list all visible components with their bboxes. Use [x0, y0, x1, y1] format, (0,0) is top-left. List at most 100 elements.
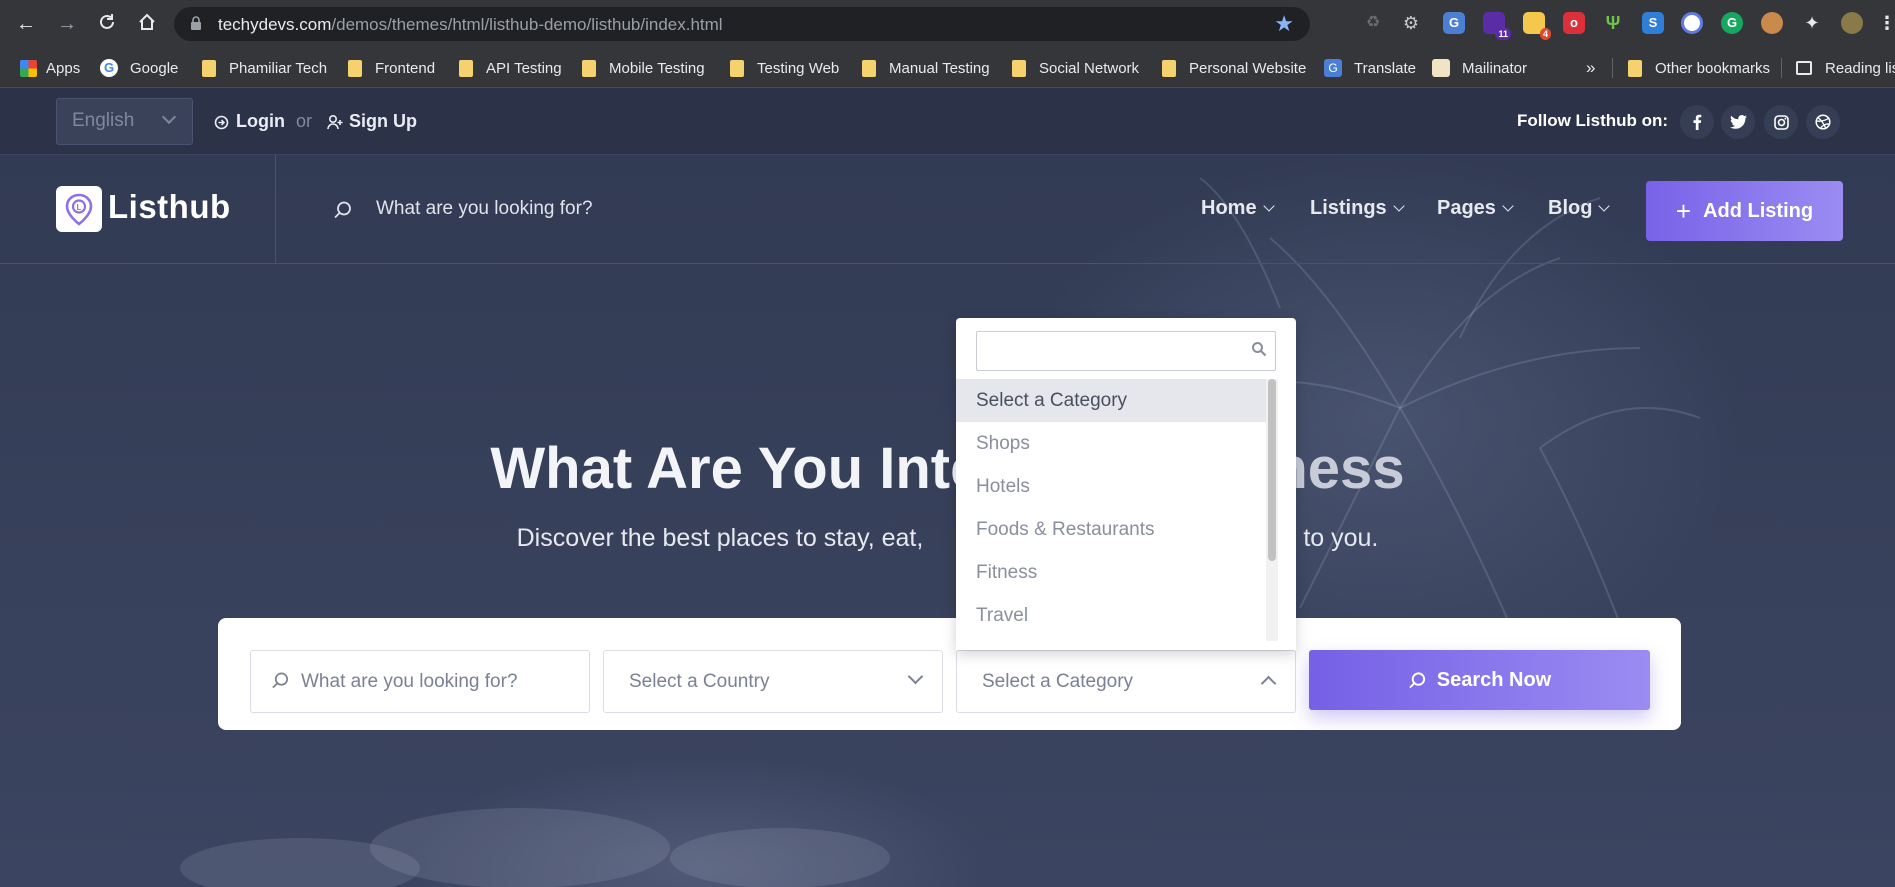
- bookmark-google[interactable]: G Google: [100, 57, 178, 79]
- or-separator: or: [296, 111, 313, 131]
- chevron-down-icon: [1393, 200, 1405, 212]
- gear-extension-icon[interactable]: ⚙: [1400, 12, 1422, 34]
- bookmarks-bar: Apps G Google Phamiliar Tech Frontend AP…: [0, 48, 1895, 88]
- keyword-input[interactable]: What are you looking for?: [250, 650, 590, 713]
- url-text: techydevs.com/demos/themes/html/listhub-…: [218, 15, 723, 34]
- bookmark-folder[interactable]: Phamiliar Tech: [202, 57, 327, 79]
- dribbble-icon[interactable]: [1806, 105, 1840, 139]
- follow-label: Follow Listhub on:: [1517, 111, 1669, 130]
- svg-text:L: L: [77, 203, 82, 212]
- nav-listings[interactable]: Listings: [1310, 197, 1405, 220]
- bookmark-mailinator[interactable]: Mailinator: [1432, 57, 1527, 79]
- category-option[interactable]: Foods & Restaurants: [956, 508, 1266, 551]
- home-icon[interactable]: [135, 12, 159, 36]
- instagram-icon[interactable]: [1764, 105, 1798, 139]
- category-option[interactable]: Fitness: [956, 551, 1266, 594]
- google-translate-extension-icon[interactable]: G: [1443, 12, 1465, 34]
- category-option[interactable]: Shops: [956, 422, 1266, 465]
- bookmark-folder[interactable]: Frontend: [348, 57, 435, 79]
- nav-blog[interactable]: Blog: [1548, 197, 1611, 220]
- folder-icon: [1012, 59, 1026, 77]
- recycle-extension-icon[interactable]: ♻: [1362, 12, 1384, 34]
- top-bar: English Login or Sign Up Follow Listhub …: [0, 88, 1895, 155]
- green-extension-icon[interactable]: Ψ: [1602, 12, 1624, 34]
- main-navbar: L Listhub What are you looking for? Home…: [0, 155, 1895, 264]
- webpage: English Login or Sign Up Follow Listhub …: [0, 88, 1895, 887]
- bookmark-separator: [1612, 58, 1613, 78]
- mailinator-icon: [1432, 59, 1450, 77]
- bookmark-folder[interactable]: Testing Web: [730, 57, 839, 79]
- bookmarks-overflow-chevron[interactable]: »: [1586, 57, 1595, 79]
- chevron-down-icon: [1598, 200, 1611, 212]
- nav-pages[interactable]: Pages: [1437, 197, 1514, 220]
- add-listing-button[interactable]: + Add Listing: [1646, 181, 1843, 241]
- scrollbar-thumb[interactable]: [1268, 379, 1276, 561]
- other-bookmarks[interactable]: Other bookmarks: [1628, 57, 1770, 79]
- menu-kebab-icon[interactable]: ⋮: [1878, 12, 1895, 34]
- login-link[interactable]: Login: [236, 111, 285, 132]
- navbar-divider: [275, 155, 276, 264]
- grammarly-extension-icon[interactable]: G: [1721, 12, 1743, 34]
- category-options: Select a Category Shops Hotels Foods & R…: [956, 379, 1266, 637]
- folder-icon: [202, 59, 216, 77]
- nav-home[interactable]: Home: [1201, 197, 1275, 220]
- folder-icon: [730, 59, 744, 77]
- google-icon: G: [100, 59, 118, 77]
- folder-icon: [459, 59, 473, 77]
- signup-link[interactable]: Sign Up: [349, 111, 417, 132]
- bookmark-folder[interactable]: Manual Testing: [862, 57, 990, 79]
- search-now-button[interactable]: Search Now: [1309, 650, 1650, 710]
- forward-icon[interactable]: →: [55, 12, 79, 36]
- listhub-logo-icon[interactable]: L: [56, 186, 102, 232]
- chevron-down-icon: [1262, 200, 1275, 212]
- back-icon[interactable]: ←: [14, 12, 38, 36]
- red-extension-icon[interactable]: o: [1563, 12, 1585, 34]
- search-icon: [272, 672, 289, 689]
- purple-extension-icon[interactable]: 11: [1483, 12, 1511, 40]
- category-option[interactable]: Travel: [956, 594, 1266, 637]
- bookmark-separator: [1781, 58, 1782, 78]
- lock-icon: [191, 16, 201, 30]
- reading-list[interactable]: Reading list: [1796, 57, 1895, 79]
- user-plus-icon: [327, 114, 343, 130]
- folder-icon: [1162, 59, 1176, 77]
- facebook-icon[interactable]: [1680, 105, 1714, 139]
- bookmark-folder[interactable]: API Testing: [459, 57, 562, 79]
- s-extension-icon[interactable]: S: [1642, 12, 1664, 34]
- logo-text[interactable]: Listhub: [108, 188, 231, 226]
- bookmark-folder[interactable]: Personal Website: [1162, 57, 1306, 79]
- category-option[interactable]: Select a Category: [956, 379, 1266, 422]
- country-select[interactable]: Select a Country: [603, 650, 943, 713]
- folder-icon: [348, 59, 362, 77]
- category-select[interactable]: Select a Category: [956, 650, 1296, 713]
- address-bar[interactable]: techydevs.com/demos/themes/html/listhub-…: [174, 7, 1310, 41]
- dropdown-scrollbar[interactable]: [1266, 379, 1278, 641]
- plus-icon: +: [1675, 196, 1692, 226]
- language-select[interactable]: English: [56, 98, 193, 145]
- category-option[interactable]: Hotels: [956, 465, 1266, 508]
- chevron-up-icon: [1260, 675, 1277, 692]
- hero-headline: What Are You Inte ness: [490, 436, 1405, 501]
- cookie-extension-icon[interactable]: [1761, 12, 1783, 34]
- puzzle-extensions-icon[interactable]: ✦: [1801, 12, 1823, 34]
- search-icon: [334, 201, 351, 219]
- bookmark-folder[interactable]: Mobile Testing: [582, 57, 705, 79]
- twitter-icon[interactable]: [1721, 105, 1755, 139]
- category-search-input[interactable]: [976, 331, 1276, 371]
- circle-extension-icon[interactable]: [1681, 12, 1703, 34]
- search-icon: [1408, 671, 1425, 688]
- reload-icon[interactable]: [95, 12, 119, 36]
- bookmark-star-icon[interactable]: ★: [1274, 11, 1294, 37]
- bookmark-translate[interactable]: G Translate: [1324, 57, 1416, 79]
- chevron-down-icon: [161, 109, 177, 125]
- chevron-down-icon: [907, 668, 924, 685]
- profile-avatar-icon[interactable]: [1841, 12, 1863, 34]
- bookmark-apps[interactable]: Apps: [20, 57, 80, 79]
- login-icon: [214, 115, 229, 130]
- magnifier-icon: [1252, 342, 1267, 357]
- navbar-search-input[interactable]: What are you looking for?: [376, 198, 593, 220]
- folder-icon: [862, 59, 876, 77]
- lightbulb-extension-icon[interactable]: 4: [1523, 12, 1551, 40]
- hero-subtitle: Discover the best places to stay, eat, to…: [516, 524, 1379, 552]
- bookmark-folder[interactable]: Social Network: [1012, 57, 1139, 79]
